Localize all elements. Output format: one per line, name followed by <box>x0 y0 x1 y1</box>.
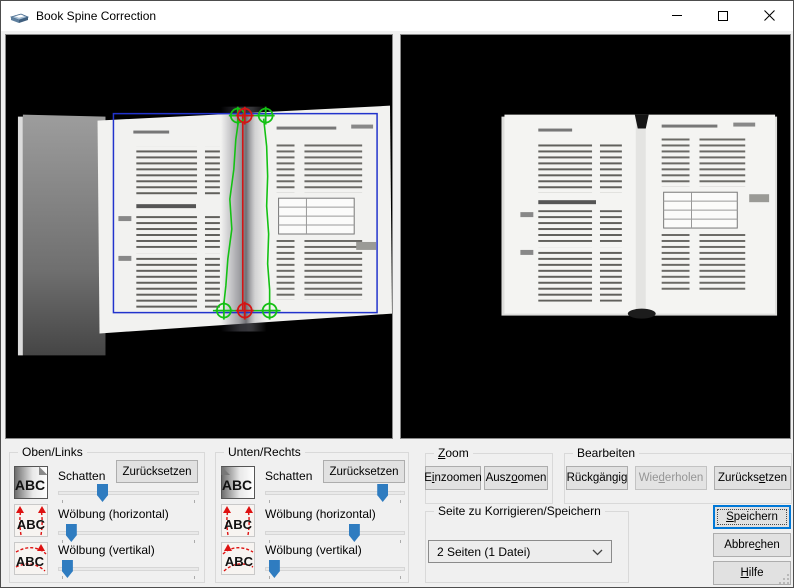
slider-thumb[interactable] <box>66 524 77 542</box>
minimize-button[interactable] <box>654 1 700 30</box>
warp-horizontal-slider-label: Wölbung (horizontal) <box>265 507 376 521</box>
slider-track[interactable] <box>58 531 199 535</box>
window-title: Book Spine Correction <box>36 9 156 23</box>
maximize-icon <box>718 11 728 21</box>
maximize-button[interactable] <box>700 1 746 30</box>
svg-text:ABC: ABC <box>224 517 253 532</box>
page-select-dropdown[interactable]: 2 Seiten (1 Datei) <box>428 540 612 563</box>
original-scan-image <box>6 35 392 438</box>
slider-track[interactable] <box>265 531 405 535</box>
cancel-button[interactable]: Abbrechen <box>713 533 791 557</box>
save-button[interactable]: Speichern <box>713 505 791 529</box>
svg-text:ABC: ABC <box>17 517 46 532</box>
original-scan-view[interactable] <box>5 34 393 439</box>
titlebar[interactable]: Book Spine Correction <box>1 1 793 31</box>
svg-text:ABC: ABC <box>225 554 254 569</box>
slider-thumb[interactable] <box>269 560 280 578</box>
warp-vertical-icon: ABC <box>221 542 255 575</box>
corrected-preview-image <box>401 35 790 438</box>
slider-thumb[interactable] <box>349 524 360 542</box>
slider-track[interactable] <box>58 491 199 495</box>
undo-button[interactable]: Rückgängig <box>566 466 628 490</box>
group-top-left-title: Oben/Links <box>18 445 87 459</box>
warp-horizontal-icon: ABC <box>221 504 255 537</box>
warp-horizontal-slider-bottom-right[interactable] <box>265 523 405 543</box>
group-bottom-right-title: Unten/Rechts <box>224 445 305 459</box>
scanner-app-icon <box>10 9 29 24</box>
slider-track[interactable] <box>58 567 199 571</box>
book-spine-correction-dialog: Book Spine Correction <box>0 0 794 588</box>
warp-vertical-slider-label: Wölbung (vertikal) <box>265 543 362 557</box>
shadow-icon: ABC <box>221 466 255 499</box>
corrected-preview-view[interactable] <box>400 34 791 439</box>
warp-vertical-slider-bottom-right[interactable] <box>265 559 405 579</box>
warp-horizontal-icon: ABC <box>14 504 48 537</box>
shadow-slider-bottom-right[interactable] <box>265 483 405 503</box>
svg-text:ABC: ABC <box>16 554 45 569</box>
shadow-slider-top-left[interactable] <box>58 483 199 503</box>
warp-horizontal-slider-top-left[interactable] <box>58 523 199 543</box>
redo-button[interactable]: Wiederholen <box>635 466 707 490</box>
zoom-in-button[interactable]: Einzoomen <box>425 466 481 490</box>
group-zoom-title: Zoom <box>434 446 473 460</box>
shadow-slider-label: Schatten <box>265 469 312 483</box>
warp-vertical-slider-label: Wölbung (vertikal) <box>58 543 155 557</box>
slider-track[interactable] <box>265 567 405 571</box>
warp-horizontal-slider-label: Wölbung (horizontal) <box>58 507 169 521</box>
reset-edit-button[interactable]: Zurücksetzen <box>714 466 791 490</box>
slider-thumb[interactable] <box>97 484 108 502</box>
group-edit-title: Bearbeiten <box>573 446 639 460</box>
resize-grip[interactable] <box>779 574 790 585</box>
zoom-out-button[interactable]: Auszoomen <box>484 466 548 490</box>
slider-thumb[interactable] <box>377 484 388 502</box>
reset-bottom-right-button[interactable]: Zurücksetzen <box>323 460 405 483</box>
page-select-value: 2 Seiten (1 Datei) <box>437 545 530 559</box>
svg-text:ABC: ABC <box>15 477 45 493</box>
chevron-down-icon <box>592 549 603 556</box>
close-button[interactable] <box>746 1 792 30</box>
minimize-icon <box>672 15 682 16</box>
close-icon <box>764 10 775 21</box>
group-page-select-title: Seite zu Korrigieren/Speichern <box>434 504 605 518</box>
slider-thumb[interactable] <box>62 560 73 578</box>
reset-top-left-button[interactable]: Zurücksetzen <box>116 460 198 483</box>
warp-vertical-slider-top-left[interactable] <box>58 559 199 579</box>
warp-vertical-icon: ABC <box>14 542 48 575</box>
shadow-icon: ABC <box>14 466 48 499</box>
shadow-slider-label: Schatten <box>58 469 105 483</box>
svg-text:ABC: ABC <box>222 477 252 493</box>
